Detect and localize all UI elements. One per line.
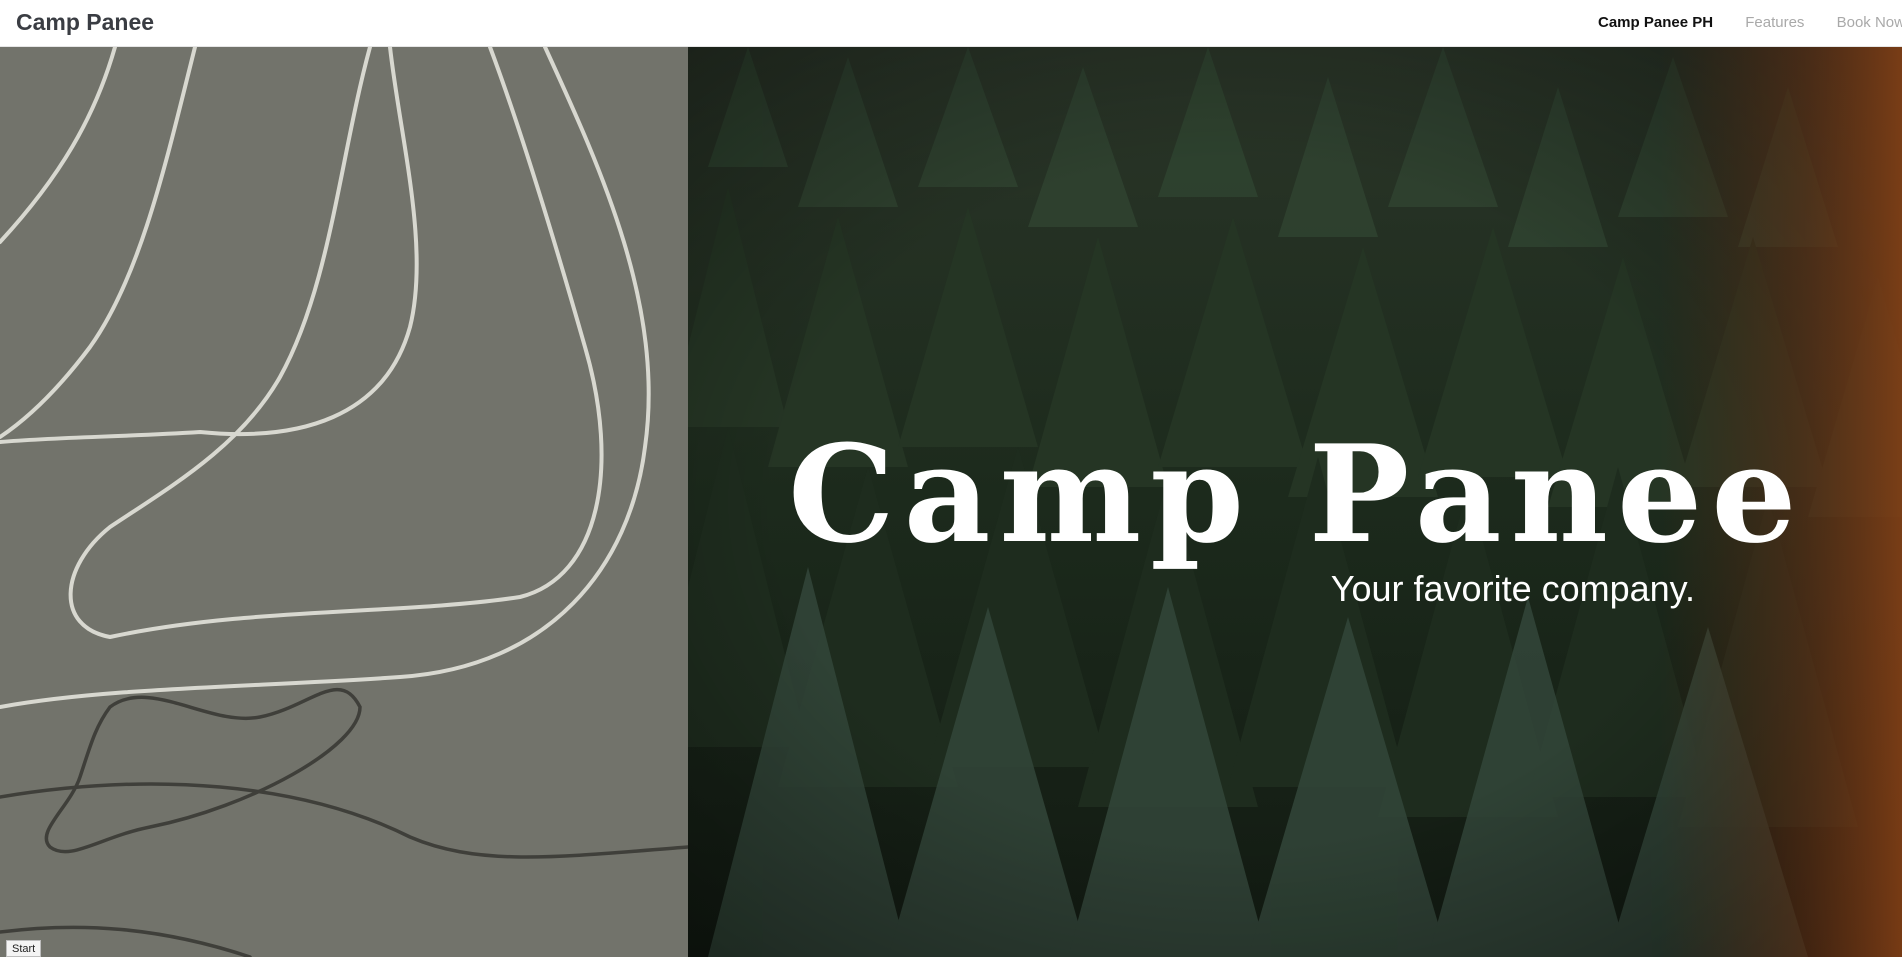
- top-navbar: Camp Panee Camp Panee PH Features Book N…: [0, 0, 1902, 47]
- abstract-line-art: [0, 47, 688, 957]
- main-nav: Camp Panee PH Features Book Now: [1598, 14, 1902, 31]
- nav-item-book-now[interactable]: Book Now: [1837, 14, 1902, 31]
- hero-forest-image: Camp Panee Your favorite company.: [688, 47, 1902, 957]
- hero-title: Camp Panee: [788, 427, 1806, 561]
- nav-item-features[interactable]: Features: [1745, 14, 1804, 31]
- brand-logo-link[interactable]: Camp Panee: [16, 9, 154, 36]
- nav-item-camp-panee-ph[interactable]: Camp Panee PH: [1598, 14, 1713, 31]
- hero-subtitle: Your favorite company.: [1331, 568, 1695, 610]
- start-button[interactable]: Start: [6, 940, 41, 957]
- left-art-panel: [0, 47, 688, 957]
